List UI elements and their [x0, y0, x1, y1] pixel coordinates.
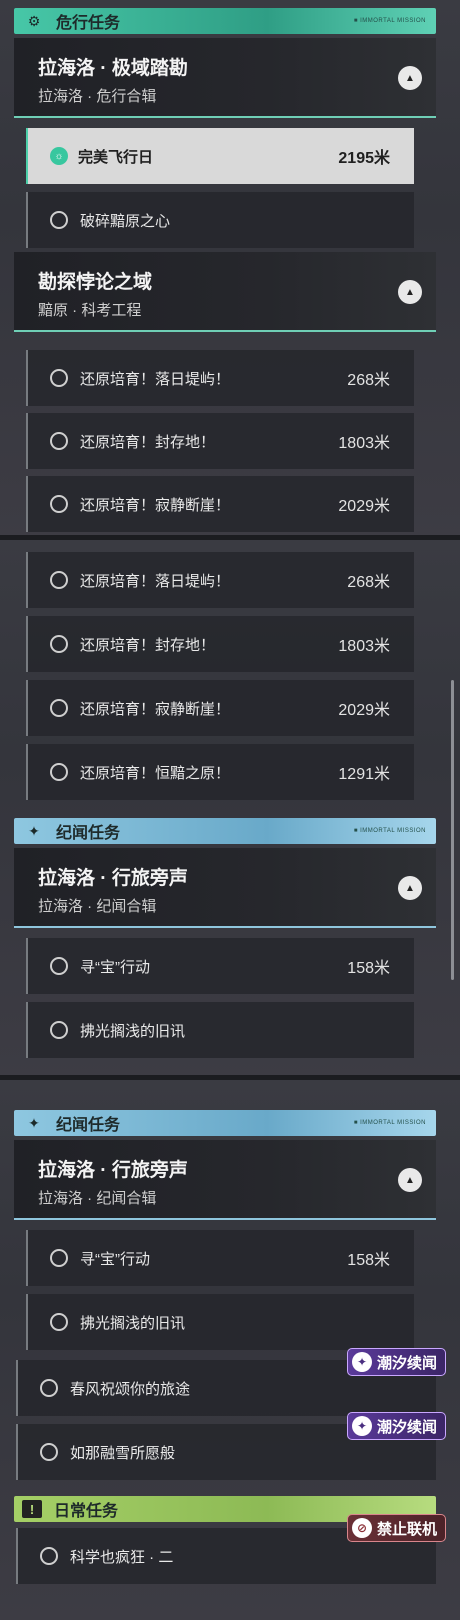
radio-icon: [40, 1379, 58, 1397]
category-label: 纪闻任务: [56, 825, 121, 842]
quest-item[interactable]: 还原培育！寂静断崖！ 2029米: [26, 476, 414, 532]
sparkle-icon: ✦: [351, 1352, 372, 1372]
quest-item[interactable]: 破碎黯原之心: [26, 192, 414, 248]
quest-item[interactable]: 拂光搁浅的旧讯: [26, 1294, 414, 1350]
sparkle-icon: ✦: [351, 1416, 372, 1436]
quest-distance: 2029米: [338, 702, 390, 719]
radio-icon: [50, 635, 68, 653]
quest-panel-3: ✦ 纪闻任务 ■ IMMORTAL MISSION 拉海洛 · 行旅旁声 拉海洛…: [0, 1080, 460, 1620]
category-header-story[interactable]: ✦ 纪闻任务 ■ IMMORTAL MISSION: [14, 1110, 436, 1136]
chevron-up-icon[interactable]: ▲: [398, 876, 422, 900]
radio-icon: [40, 1443, 58, 1461]
category-label: 纪闻任务: [56, 1117, 121, 1134]
category-header-danger[interactable]: ⚙ 危行任务 ■ IMMORTAL MISSION: [14, 8, 436, 34]
group-title: 拉海洛 · 极域踏勘: [38, 58, 188, 79]
quest-distance: 158米: [347, 1252, 390, 1269]
category-tag: ■ IMMORTAL MISSION: [353, 1120, 426, 1126]
quest-group-header[interactable]: 拉海洛 · 行旅旁声 拉海洛 · 纪闻合辑 ▲: [14, 848, 436, 928]
gear-icon: ⚙: [27, 12, 41, 29]
quest-distance: 158米: [347, 960, 390, 977]
quest-item[interactable]: 还原培育！封存地！ 1803米: [26, 616, 414, 672]
quest-name: 还原培育！封存地！: [80, 433, 216, 451]
radio-icon: [50, 1021, 68, 1039]
quest-item[interactable]: 还原培育！寂静断崖！ 2029米: [26, 680, 414, 736]
quest-distance: 1291米: [338, 766, 390, 783]
quest-item[interactable]: 还原培育！恒黯之原！ 1291米: [26, 744, 414, 800]
radio-icon: [50, 571, 68, 589]
category-label: 危行任务: [56, 15, 121, 32]
quest-name: 春风祝颂你的旅途: [70, 1380, 191, 1398]
quest-name: 还原培育！落日堤屿！: [80, 370, 231, 388]
chevron-up-icon[interactable]: ▲: [398, 280, 422, 304]
tide-story-badge: ✦ 潮汐续闻: [346, 1412, 446, 1440]
category-label: 日常任务: [54, 1503, 119, 1520]
quest-item[interactable]: 寻“宝”行动 158米: [26, 938, 414, 994]
gear-icon: ☼: [50, 147, 68, 165]
quest-group-header[interactable]: 勘探悖论之域 黯原 · 科考工程 ▲: [14, 252, 436, 332]
quest-name: 如那融雪所愿般: [70, 1444, 176, 1462]
quest-name: 还原培育！寂静断崖！: [80, 700, 231, 718]
group-title: 拉海洛 · 行旅旁声: [38, 868, 188, 889]
category-tag: ■ IMMORTAL MISSION: [353, 828, 426, 834]
chevron-up-icon[interactable]: ▲: [398, 1168, 422, 1192]
quest-name: 还原培育！落日堤屿！: [80, 572, 231, 590]
group-title: 拉海洛 · 行旅旁声: [38, 1160, 188, 1181]
quest-item[interactable]: 还原培育！封存地！ 1803米: [26, 413, 414, 469]
radio-icon: [50, 1313, 68, 1331]
radio-icon: [50, 763, 68, 781]
quest-distance: 268米: [347, 372, 390, 389]
radio-icon: [50, 699, 68, 717]
group-title: 勘探悖论之域: [38, 272, 153, 293]
quest-name: 完美飞行日: [78, 148, 154, 166]
quest-item[interactable]: 还原培育！落日堤屿！ 268米: [26, 350, 414, 406]
badge-label: 禁止联机: [376, 1520, 437, 1538]
radio-icon: [50, 211, 68, 229]
chevron-up-icon[interactable]: ▲: [398, 66, 422, 90]
quest-distance: 1803米: [338, 638, 390, 655]
no-multiplayer-icon: ⊘: [351, 1518, 372, 1538]
radio-icon: [50, 369, 68, 387]
group-subtitle: 拉海洛 · 危行合辑: [38, 88, 157, 105]
quest-item[interactable]: 寻“宝”行动 158米: [26, 1230, 414, 1286]
quest-item-active[interactable]: ☼ 完美飞行日 2195米: [26, 128, 414, 184]
quest-item[interactable]: 拂光搁浅的旧讯: [26, 1002, 414, 1058]
exclamation-icon: !: [22, 1500, 42, 1518]
category-tag: ■ IMMORTAL MISSION: [353, 18, 426, 24]
quest-distance: 2195米: [338, 150, 390, 167]
quest-panel-1: ⚙ 危行任务 ■ IMMORTAL MISSION 拉海洛 · 极域踏勘 拉海洛…: [0, 0, 460, 540]
group-subtitle: 拉海洛 · 纪闻合辑: [38, 898, 157, 915]
quest-item[interactable]: 还原培育！落日堤屿！ 268米: [26, 552, 414, 608]
badge-label: 潮汐续闻: [376, 1354, 437, 1372]
quest-name: 还原培育！封存地！: [80, 636, 216, 654]
category-header-story[interactable]: ✦ 纪闻任务 ■ IMMORTAL MISSION: [14, 818, 436, 844]
quest-panel-2: 还原培育！落日堤屿！ 268米 还原培育！封存地！ 1803米 还原培育！寂静断…: [0, 540, 460, 1080]
quest-name: 寻“宝”行动: [80, 1250, 150, 1268]
radio-icon: [50, 957, 68, 975]
quest-name: 破碎黯原之心: [80, 212, 171, 230]
quest-name: 拂光搁浅的旧讯: [80, 1022, 186, 1040]
group-subtitle: 拉海洛 · 纪闻合辑: [38, 1190, 157, 1207]
quest-distance: 2029米: [338, 498, 390, 515]
quest-name: 寻“宝”行动: [80, 958, 150, 976]
badge-label: 潮汐续闻: [376, 1418, 437, 1436]
radio-icon: [40, 1547, 58, 1565]
no-coop-badge: ⊘ 禁止联机: [346, 1514, 446, 1542]
quest-name: 还原培育！寂静断崖！: [80, 496, 231, 514]
quest-name: 还原培育！恒黯之原！: [80, 764, 231, 782]
quest-name: 科学也疯狂 · 二: [70, 1548, 174, 1566]
sparkle-icon: ✦: [28, 822, 40, 839]
radio-icon: [50, 1249, 68, 1267]
quest-name: 拂光搁浅的旧讯: [80, 1314, 186, 1332]
quest-distance: 268米: [347, 574, 390, 591]
scrollbar[interactable]: [451, 680, 454, 980]
tide-story-badge: ✦ 潮汐续闻: [346, 1348, 446, 1376]
radio-icon: [50, 495, 68, 513]
quest-distance: 1803米: [338, 435, 390, 452]
sparkle-icon: ✦: [28, 1114, 40, 1131]
quest-group-header[interactable]: 拉海洛 · 极域踏勘 拉海洛 · 危行合辑 ▲: [14, 38, 436, 118]
radio-icon: [50, 432, 68, 450]
group-subtitle: 黯原 · 科考工程: [38, 302, 142, 319]
quest-group-header[interactable]: 拉海洛 · 行旅旁声 拉海洛 · 纪闻合辑 ▲: [14, 1140, 436, 1220]
